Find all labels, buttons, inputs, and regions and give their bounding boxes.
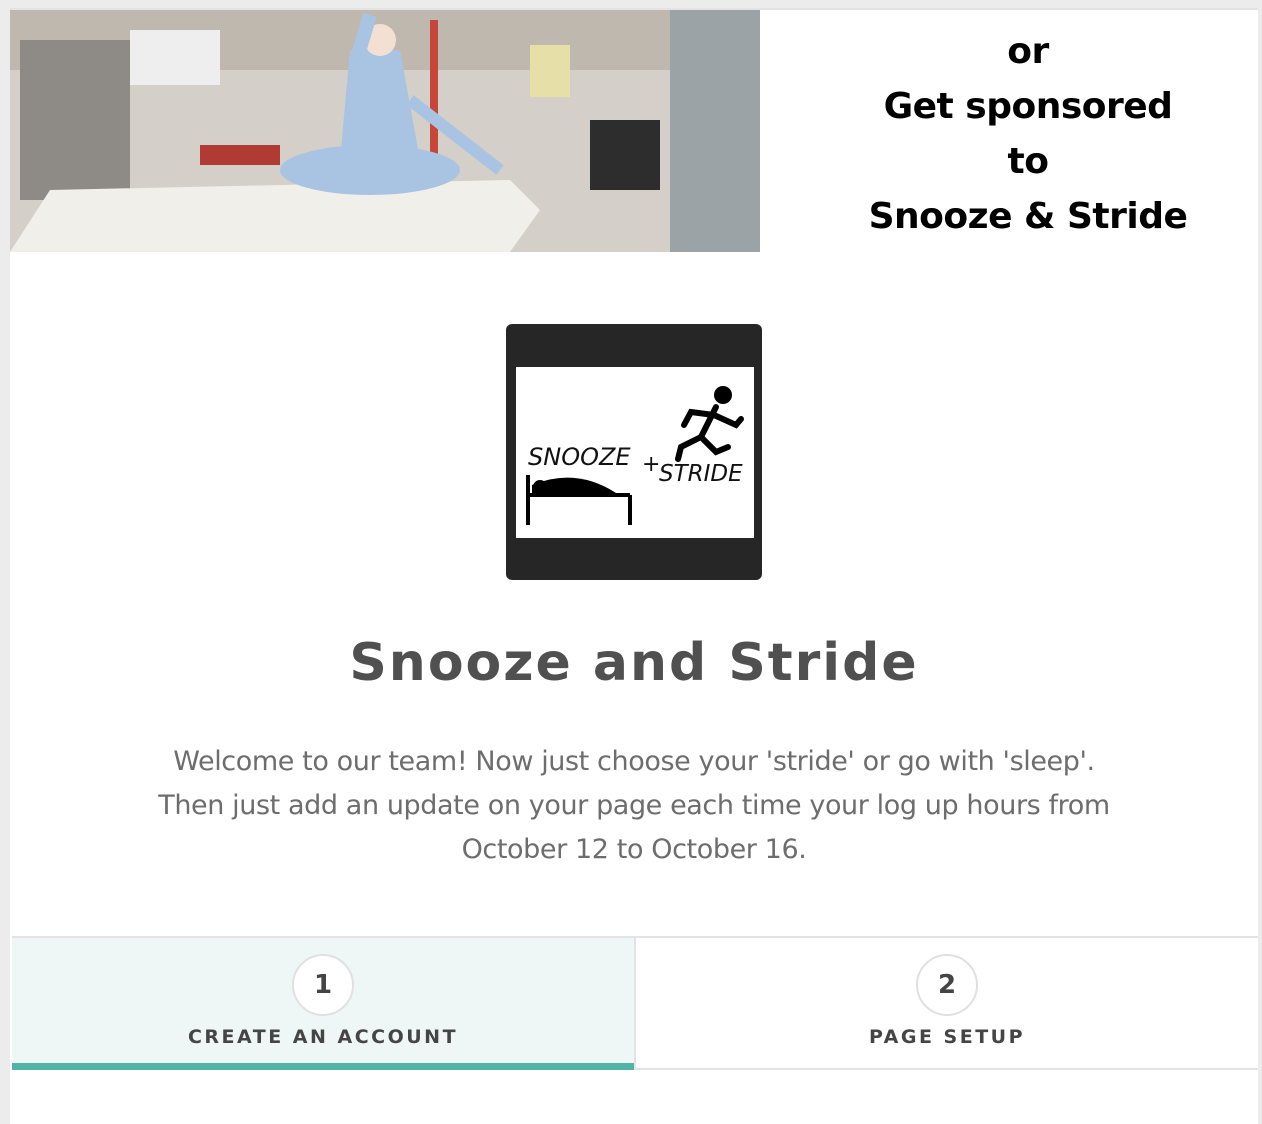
- tab-page-setup[interactable]: 2 PAGE SETUP: [634, 938, 1258, 1068]
- step-number-badge: 1: [292, 954, 354, 1016]
- runner-icon: [675, 386, 744, 462]
- logo-word-snooze: SNOOZE: [528, 443, 631, 471]
- welcome-line: October 12 to October 16.: [461, 834, 807, 865]
- banner-line-snooze-stride: Snooze & Stride: [868, 196, 1188, 237]
- sponsor-banner: or Get sponsored to Snooze & Stride: [770, 24, 1262, 244]
- welcome-message: Welcome to our team! Now just choose you…: [134, 740, 1134, 872]
- banner-line-get-sponsored: Get sponsored: [883, 86, 1173, 127]
- tab-create-account[interactable]: 1 CREATE AN ACCOUNT: [12, 938, 634, 1070]
- logo-plus: +: [642, 452, 660, 477]
- hero-photo: [10, 10, 760, 252]
- page-card: or Get sponsored to Snooze & Stride SNOO…: [10, 8, 1258, 1124]
- signup-steps: 1 CREATE AN ACCOUNT 2 PAGE SETUP: [12, 936, 1258, 1070]
- banner-line-to: to: [1007, 141, 1049, 182]
- team-logo: SNOOZE + STRIDE: [506, 324, 762, 580]
- logo-word-stride: STRIDE: [659, 461, 743, 487]
- banner-line-or: or: [1007, 31, 1049, 72]
- step-number-badge: 2: [916, 954, 978, 1016]
- page-title: Snooze and Stride: [349, 633, 919, 693]
- welcome-line: Welcome to our team! Now just choose you…: [173, 746, 1095, 777]
- step-label: CREATE AN ACCOUNT: [187, 1026, 459, 1048]
- welcome-line: Then just add an update on your page eac…: [158, 790, 1110, 821]
- step-label: PAGE SETUP: [868, 1026, 1026, 1048]
- bed-icon: [526, 475, 632, 525]
- logo-inner: SNOOZE + STRIDE: [516, 367, 754, 538]
